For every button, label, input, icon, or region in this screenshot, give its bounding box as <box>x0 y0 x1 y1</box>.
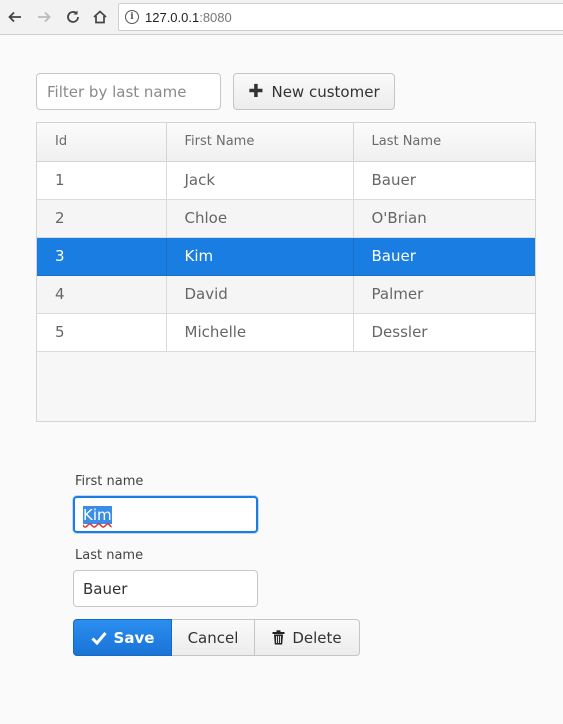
last-name-field[interactable] <box>73 570 258 607</box>
delete-label: Delete <box>292 628 342 647</box>
first-name-value: Kim <box>83 505 112 524</box>
cell-first-name: Kim <box>166 237 354 276</box>
cancel-button[interactable]: Cancel <box>172 619 255 656</box>
save-label: Save <box>113 628 155 647</box>
check-icon <box>90 631 107 645</box>
cell-last-name: Bauer <box>353 237 535 276</box>
column-header-id[interactable]: Id <box>37 123 167 162</box>
cancel-label: Cancel <box>187 628 239 647</box>
reload-button[interactable] <box>62 6 84 28</box>
cell-id: 1 <box>37 161 167 200</box>
arrow-right-icon <box>38 11 51 23</box>
cell-last-name: O'Brian <box>353 199 535 238</box>
arrow-left-icon <box>8 11 21 23</box>
reload-icon <box>67 10 79 23</box>
delete-button[interactable]: Delete <box>255 619 360 656</box>
form-button-group: Save Cancel Delete <box>73 619 360 656</box>
home-button[interactable] <box>89 6 111 28</box>
table-row[interactable]: 1 Jack Bauer <box>37 161 535 200</box>
cell-first-name: Chloe <box>166 199 354 238</box>
forward-button[interactable] <box>33 6 55 28</box>
column-header-last-name[interactable]: Last Name <box>353 123 535 162</box>
new-customer-label: New customer <box>271 82 380 101</box>
first-name-field[interactable]: Kim <box>73 496 258 533</box>
cell-first-name: Michelle <box>166 313 354 352</box>
cell-first-name: Jack <box>166 161 354 200</box>
table-row-selected[interactable]: 3 Kim Bauer <box>37 237 535 276</box>
cell-last-name: Palmer <box>353 275 535 314</box>
cell-id: 2 <box>37 199 167 238</box>
cell-last-name: Dessler <box>353 313 535 352</box>
save-button[interactable]: Save <box>73 619 172 656</box>
info-icon[interactable]: i <box>125 10 139 24</box>
cell-id: 5 <box>37 313 167 352</box>
cell-last-name: Bauer <box>353 161 535 200</box>
cell-id: 4 <box>37 275 167 314</box>
new-customer-button[interactable]: ✚ New customer <box>233 73 395 110</box>
cell-first-name: David <box>166 275 354 314</box>
table-row[interactable]: 4 David Palmer <box>37 275 535 314</box>
first-name-label: First name <box>75 474 144 489</box>
column-header-first-name[interactable]: First Name <box>166 123 354 162</box>
table-row[interactable]: 5 Michelle Dessler <box>37 313 535 352</box>
cell-id: 3 <box>37 237 167 276</box>
address-port: :8080 <box>199 9 232 25</box>
filter-input[interactable] <box>36 73 221 110</box>
home-icon <box>93 10 107 24</box>
back-button[interactable] <box>4 6 26 28</box>
plus-icon: ✚ <box>248 80 264 102</box>
address-host: 127.0.0.1 <box>145 9 200 25</box>
browser-toolbar: i 127.0.0.1:8080 <box>0 0 563 35</box>
customer-grid[interactable]: Id First Name Last Name 1 Jack Bauer 2 C… <box>36 122 536 422</box>
table-row[interactable]: 2 Chloe O'Brian <box>37 199 535 238</box>
last-name-label: Last name <box>75 548 144 563</box>
address-bar[interactable]: i 127.0.0.1:8080 <box>118 3 563 31</box>
trash-icon <box>272 630 285 645</box>
grid-header-row: Id First Name Last Name <box>37 123 535 162</box>
